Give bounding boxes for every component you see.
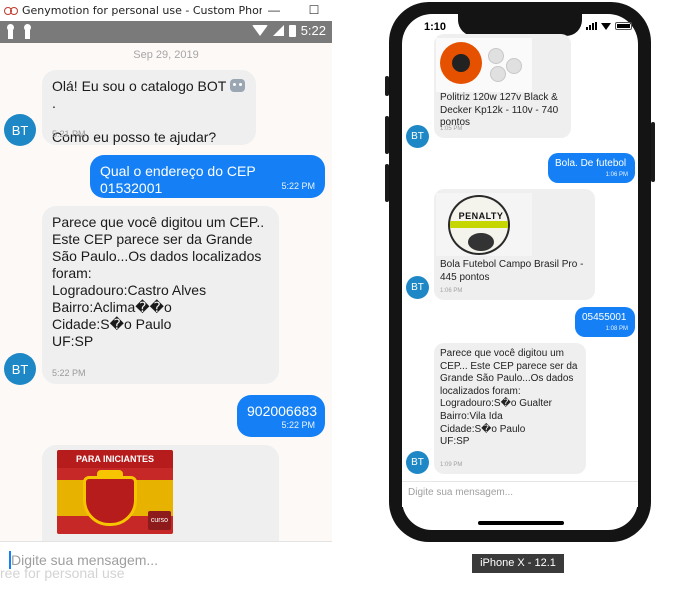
status-time: 5:22 [300, 23, 326, 38]
genymotion-watermark: ree for personal use [0, 565, 125, 581]
message-text: . [52, 95, 56, 111]
user-message-bubble: 902006683 5:22 PM [237, 395, 325, 437]
product-image[interactable]: PARA INICIANTES curso [57, 450, 173, 534]
chat-message-list[interactable]: Sep 29, 2019 Olá! Eu sou o catalogo BOT … [0, 43, 332, 541]
user-message-bubble: Bola. De futebol 1:06 PM [548, 153, 635, 183]
battery-icon [615, 22, 632, 30]
message-time: 1:06 PM [605, 172, 628, 178]
bot-avatar: BT [406, 451, 429, 474]
coat-of-arms-icon [83, 476, 137, 526]
bot-message-bubble: Olá! Eu sou o catalogo BOT . Como eu pos… [42, 70, 256, 145]
message-time: 5:22 PM [281, 181, 315, 191]
notification-icon [6, 24, 15, 39]
genymotion-window: Genymotion for personal use - Custom Pho… [0, 0, 332, 606]
message-time: 1:09 PM [440, 462, 463, 469]
message-time: 5:21 PM [52, 129, 86, 139]
genymotion-logo-icon [4, 5, 18, 15]
power-button [651, 122, 655, 182]
polisher-icon [440, 42, 482, 84]
iphone-notch [458, 14, 582, 36]
wifi-icon [601, 22, 611, 30]
minimize-button[interactable]: — [262, 0, 286, 20]
message-text: Parece que você digitou um CEP... Este C… [440, 348, 578, 448]
notification-icon [23, 24, 32, 39]
bot-avatar: BT [4, 114, 36, 146]
cellular-signal-icon [586, 22, 597, 30]
bot-message-bubble: Parece que você digitou um CEP.. Este CE… [42, 206, 279, 384]
date-separator: Sep 29, 2019 [133, 49, 199, 61]
image-caption: PARA INICIANTES [57, 450, 173, 468]
ball-brand-text: PENALTY [458, 211, 504, 221]
message-text: Olá! Eu sou o catalogo BOT [52, 78, 227, 94]
message-text: Bola Futebol Campo Brasil Pro - 445 pont… [440, 259, 584, 283]
ios-status-time: 1:10 [424, 21, 447, 33]
message-text: Parece que você digitou um CEP.. Este CE… [52, 214, 265, 349]
android-status-bar: 5:22 [0, 21, 332, 43]
bot-avatar: BT [4, 353, 36, 385]
genymotion-title-bar: Genymotion for personal use - Custom Pho… [0, 0, 332, 20]
robot-emoji-icon [229, 79, 245, 92]
message-time: 1:05 PM [440, 126, 463, 133]
home-indicator[interactable] [478, 521, 564, 525]
ios-message-input[interactable]: Digite sua mensagem... [408, 487, 513, 498]
message-time: 5:22 PM [281, 420, 315, 430]
message-time: 1:06 PM [440, 288, 463, 295]
device-label: iPhone X - 12.1 [472, 554, 564, 573]
bot-avatar: BT [406, 125, 429, 148]
ios-status-icons [586, 22, 632, 30]
user-message-bubble: Qual o endereço do CEP 01532001 5:22 PM [90, 155, 325, 198]
window-title: Genymotion for personal use - Custom Pho… [22, 3, 262, 17]
bot-avatar: BT [406, 276, 429, 299]
maximize-button[interactable]: ☐ [302, 0, 326, 20]
bot-message-bubble: Parece que você digitou um CEP... Este C… [434, 343, 586, 474]
image-badge: curso [147, 511, 171, 530]
message-time: 1:08 PM [605, 326, 628, 332]
bot-image-message: PARA INICIANTES curso [42, 445, 279, 541]
battery-icon [288, 24, 296, 37]
wifi-icon [251, 25, 268, 36]
user-message-bubble: 05455001 1:08 PM [575, 307, 635, 337]
signal-icon [272, 25, 284, 36]
product-image[interactable]: PENALTY [436, 193, 532, 256]
message-time: 5:22 PM [52, 368, 86, 378]
soccer-ball-icon: PENALTY [448, 195, 510, 255]
product-image[interactable] [436, 38, 532, 92]
